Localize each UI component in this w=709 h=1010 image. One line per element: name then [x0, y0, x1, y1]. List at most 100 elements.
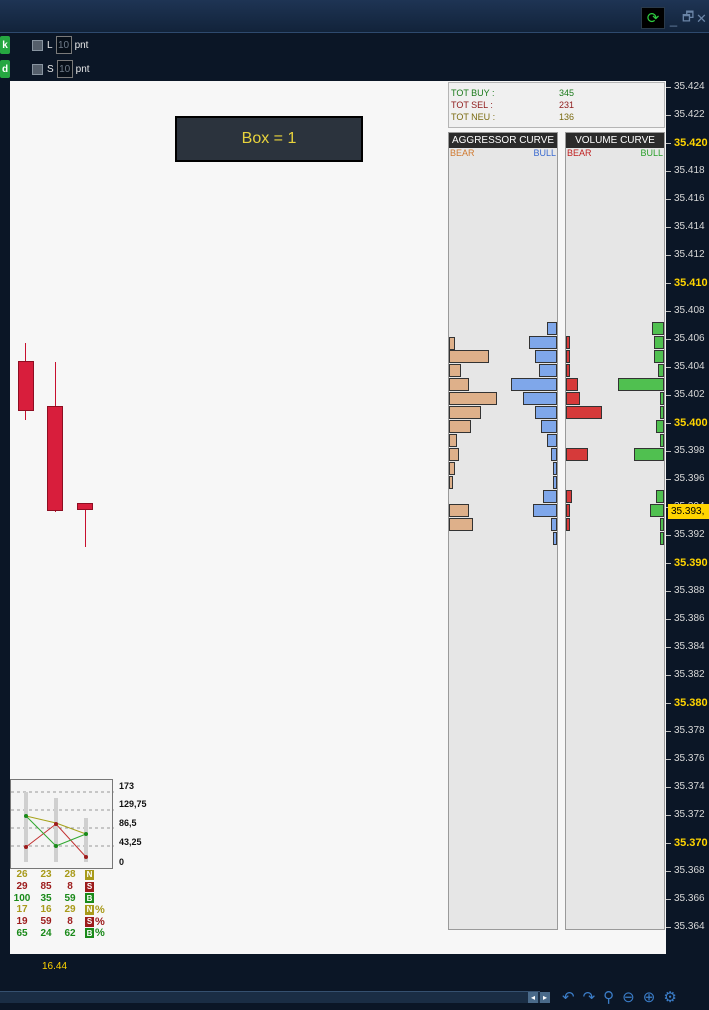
- aggressor-curve-panel: AGGRESSOR CURVE BEAR BULL: [448, 132, 558, 930]
- vol-bar: [660, 406, 664, 419]
- stats-percent: %: [95, 927, 105, 940]
- vol-bar: [652, 322, 664, 335]
- volume-curve-panel: VOLUME CURVE BEAR BULL: [565, 132, 665, 930]
- stats-value: 28: [64, 869, 76, 881]
- price-tick: 35.386: [666, 612, 709, 626]
- price-tick: 35.380: [666, 696, 709, 710]
- price-tick: 35.416: [666, 192, 709, 206]
- stats-value: 59: [64, 892, 76, 904]
- stats-value: 26: [16, 869, 28, 881]
- stats-value: 24: [40, 927, 52, 939]
- mini-chart-label: 43,25: [119, 837, 142, 847]
- short-points-input[interactable]: 10: [56, 60, 73, 78]
- agg-bar: [449, 518, 473, 531]
- price-tick: 35.410: [666, 276, 709, 290]
- agg-bar: [535, 350, 557, 363]
- total-buy-value: 345: [559, 88, 575, 98]
- restore-icon[interactable]: 🗗: [682, 8, 694, 30]
- candle-wick: [85, 509, 86, 547]
- aggressor-curve-title: AGGRESSOR CURVE: [449, 133, 557, 148]
- vol-bar: [566, 518, 570, 531]
- long-points-input[interactable]: 10: [55, 36, 72, 54]
- price-tick: 35.414: [666, 220, 709, 234]
- zoom-out-icon[interactable]: ⊖: [622, 988, 635, 1006]
- stats-value: 59: [40, 916, 52, 928]
- price-tick: 35.378: [666, 724, 709, 738]
- agg-bar: [533, 504, 557, 517]
- agg-bar: [539, 364, 557, 377]
- undo-icon[interactable]: ↶: [562, 988, 575, 1006]
- stats-table: 26 23 28 N 29 85 8 S 100 35 59 B 17 16 29 N% 19 59 8 S% 65 24…: [10, 869, 150, 939]
- aggressor-bear-label: BEAR: [450, 148, 475, 158]
- price-tick: 35.376: [666, 752, 709, 766]
- stats-badge: B: [85, 928, 94, 939]
- agg-bar: [449, 378, 469, 391]
- agg-bar: [449, 462, 455, 475]
- price-tick: 35.424: [666, 80, 709, 94]
- toolbar: k L 10 pnt d S 10 pnt: [0, 33, 709, 81]
- volume-bull-label: BULL: [640, 148, 663, 158]
- stats-value: 100: [13, 892, 31, 904]
- horizontal-scrollbar[interactable]: [0, 991, 540, 1003]
- aggressor-bull-label: BULL: [533, 148, 556, 158]
- total-buy-label: TOT BUY :: [451, 88, 495, 98]
- price-tick: 35.422: [666, 108, 709, 122]
- scroll-left-icon[interactable]: ◂: [528, 992, 538, 1003]
- agg-bar: [551, 448, 557, 461]
- price-tick: 35.412: [666, 248, 709, 262]
- stats-value: 29: [16, 881, 28, 893]
- zoom-in-icon[interactable]: ⊕: [643, 988, 656, 1006]
- redo-icon[interactable]: ↷: [583, 988, 596, 1006]
- stats-value: 19: [16, 916, 28, 928]
- vol-bar: [566, 504, 570, 517]
- chart-tool-icons: ↶ ↷ ⚲ ⊖ ⊕ ⚙: [562, 988, 677, 1006]
- settings-icon[interactable]: ⚙: [663, 988, 676, 1006]
- price-tick: 35.392: [666, 528, 709, 542]
- mini-chart-label: 86,5: [119, 818, 137, 828]
- stats-value: 65: [16, 927, 28, 939]
- minimize-icon[interactable]: _: [668, 12, 679, 27]
- agg-bar: [449, 476, 453, 489]
- vol-bar: [660, 434, 664, 447]
- long-label: L: [47, 39, 53, 51]
- vol-bar: [650, 504, 664, 517]
- price-tick: 35.384: [666, 640, 709, 654]
- title-bar: ⟳ _ 🗗 ✕: [0, 0, 709, 33]
- refresh-icon[interactable]: ⟳: [641, 7, 665, 29]
- vol-bar: [566, 490, 572, 503]
- stats-value: 23: [40, 869, 52, 881]
- agg-bar: [449, 420, 471, 433]
- agg-bar: [449, 406, 481, 419]
- stats-badge: N: [85, 869, 94, 880]
- close-icon[interactable]: ✕: [696, 11, 707, 27]
- vol-bar: [658, 364, 664, 377]
- toolbar-row-long: k L 10 pnt: [0, 35, 88, 55]
- scroll-right-icon[interactable]: ▸: [540, 992, 550, 1003]
- toolbar-button-k[interactable]: k: [0, 36, 10, 54]
- long-unit-label: pnt: [74, 39, 89, 51]
- toolbar-button-d[interactable]: d: [0, 60, 10, 78]
- vol-bar: [566, 350, 570, 363]
- vol-bar: [566, 406, 602, 419]
- agg-bar: [535, 406, 557, 419]
- agg-bar: [543, 490, 557, 503]
- candle-body: [77, 503, 93, 510]
- vol-bar: [566, 392, 580, 405]
- stats-row: 29 85 8 S: [10, 881, 150, 893]
- stats-value: 17: [16, 904, 28, 916]
- price-tick: 35.388: [666, 584, 709, 598]
- stats-badge: S: [85, 881, 94, 892]
- price-tick: 35.402: [666, 388, 709, 402]
- price-tick: 35.400: [666, 416, 709, 430]
- stats-value: 29: [64, 904, 76, 916]
- agg-bar: [553, 476, 557, 489]
- agg-bar: [449, 350, 489, 363]
- short-checkbox[interactable]: [32, 63, 43, 75]
- long-checkbox[interactable]: [32, 39, 43, 51]
- zoom-fit-icon[interactable]: ⚲: [603, 988, 614, 1006]
- volume-bear-label: BEAR: [567, 148, 592, 158]
- price-tick: 35.370: [666, 836, 709, 850]
- vol-bar: [566, 448, 588, 461]
- mini-chart-label: 0: [119, 857, 125, 867]
- agg-bar: [553, 532, 557, 545]
